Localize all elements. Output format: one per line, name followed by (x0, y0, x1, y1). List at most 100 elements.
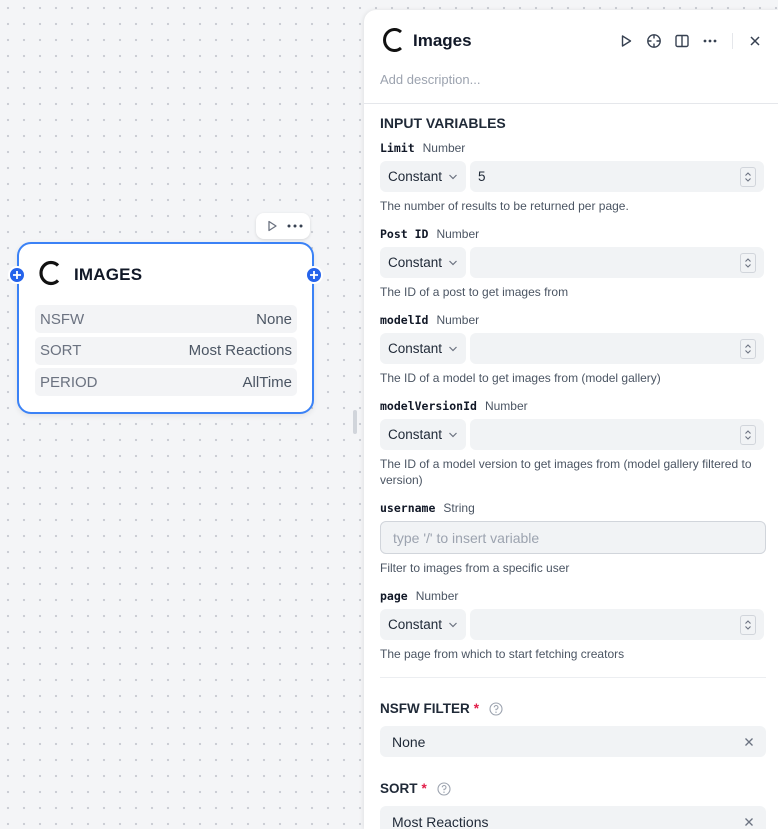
chevron-down-icon (449, 432, 457, 437)
var-hint: The page from which to start fetching cr… (380, 647, 625, 661)
images-node[interactable]: IMAGES NSFW None SORT Most Reactions PER… (8, 242, 323, 414)
toolbar-divider (732, 33, 733, 49)
node-param-list: NSFW None SORT Most Reactions PERIOD All… (35, 305, 297, 400)
chevron-down-icon (449, 346, 457, 351)
select-value: Most Reactions (392, 813, 489, 829)
node-title: IMAGES (74, 265, 143, 284)
mode-select-value: Constant (388, 255, 443, 270)
mode-select-value: Constant (388, 617, 443, 632)
select-value: None (392, 733, 426, 750)
mode-select-value: Constant (388, 427, 443, 442)
chevron-down-icon (449, 174, 457, 179)
split-view-icon[interactable] (668, 31, 696, 51)
var-control-post-id: Constant (380, 247, 764, 278)
username-input[interactable] (380, 521, 766, 554)
var-type: String (443, 501, 475, 515)
var-hint: The number of results to be returned per… (380, 199, 629, 213)
mode-select[interactable]: Constant (380, 333, 466, 364)
nsfw-filter-select[interactable]: None (380, 726, 766, 757)
var-name: page (380, 589, 408, 603)
output-handle-plus-icon[interactable] (305, 266, 323, 284)
field-label: SORT (380, 781, 418, 796)
param-key: SORT (40, 342, 82, 359)
var-label-page: page Number (380, 589, 458, 603)
var-hint: The ID of a model to get images from (mo… (380, 371, 661, 385)
node-param-row-nsfw: NSFW None (35, 305, 297, 333)
mode-select[interactable]: Constant (380, 161, 466, 192)
clear-icon[interactable] (744, 734, 754, 750)
nsfw-filter-label: NSFW FILTER * (380, 701, 503, 716)
var-type: Number (484, 399, 528, 413)
panel-resize-handle[interactable] (353, 410, 357, 434)
panel-actions (612, 31, 769, 51)
number-stepper-icon[interactable] (740, 614, 756, 635)
chevron-down-icon (449, 622, 457, 627)
var-control-limit: Constant 5 (380, 161, 764, 192)
required-marker: * (421, 781, 427, 796)
var-name: Post ID (380, 227, 429, 241)
number-stepper-icon[interactable] (740, 338, 756, 359)
var-type: Number (422, 141, 466, 155)
node-config-panel: Images Add description... INPUT VARIABLE… (364, 10, 778, 829)
param-value: AllTime (242, 373, 292, 391)
var-hint: Filter to images from a specific user (380, 561, 570, 575)
number-stepper-icon[interactable] (740, 166, 756, 187)
play-icon[interactable] (612, 31, 640, 51)
var-control-model-version-id: Constant (380, 419, 764, 450)
sort-select[interactable]: Most Reactions (380, 806, 766, 829)
var-name: modelVersionId (380, 399, 477, 413)
post-id-number-input[interactable] (470, 247, 764, 278)
var-name: username (380, 501, 436, 515)
mode-select-value: Constant (388, 169, 443, 184)
node-param-row-sort: SORT Most Reactions (35, 336, 297, 365)
var-label-model-version-id: modelVersionId Number (380, 399, 528, 413)
var-hint: The ID of a post to get images from (380, 285, 569, 299)
input-handle-plus-icon[interactable] (8, 266, 26, 284)
clear-icon[interactable] (744, 814, 754, 829)
var-label-model-id: modelId Number (380, 313, 479, 327)
number-stepper-icon[interactable] (740, 424, 756, 445)
play-icon[interactable] (262, 216, 282, 236)
var-control-model-id: Constant (380, 333, 764, 364)
param-key: NSFW (40, 310, 85, 328)
var-name: Limit (380, 141, 415, 155)
node-param-row-period: PERIOD AllTime (35, 368, 297, 396)
var-type: Number (436, 313, 480, 327)
node-toolbar (256, 213, 310, 239)
param-value: None (256, 310, 292, 328)
panel-title: Images (413, 31, 472, 50)
model-id-number-input[interactable] (470, 333, 764, 364)
civitai-logo-icon (36, 259, 64, 292)
model-version-id-number-input[interactable] (470, 419, 764, 450)
description-field[interactable]: Add description... (380, 72, 480, 87)
more-horizontal-icon[interactable] (285, 216, 305, 236)
mode-select[interactable]: Constant (380, 609, 466, 640)
var-label-post-id: Post ID Number (380, 227, 479, 241)
mode-select[interactable]: Constant (380, 247, 466, 278)
help-circle-icon[interactable] (489, 701, 503, 716)
var-type: Number (415, 589, 459, 603)
civitai-logo-icon (380, 26, 406, 59)
var-type: Number (436, 227, 480, 241)
limit-number-input[interactable]: 5 (470, 161, 764, 192)
crosshair-icon[interactable] (640, 31, 668, 51)
sort-label: SORT * (380, 781, 451, 796)
section-divider (380, 677, 766, 678)
page-number-input[interactable] (470, 609, 764, 640)
input-variables-title: INPUT VARIABLES (380, 115, 506, 131)
chevron-down-icon (449, 260, 457, 265)
mode-select[interactable]: Constant (380, 419, 466, 450)
var-label-username: username String (380, 501, 475, 515)
number-value: 5 (478, 169, 486, 184)
param-key: PERIOD (40, 373, 98, 391)
help-circle-icon[interactable] (437, 781, 451, 796)
field-label: NSFW FILTER (380, 701, 470, 716)
number-stepper-icon[interactable] (740, 252, 756, 273)
var-label-limit: Limit Number (380, 141, 465, 155)
required-marker: * (473, 701, 479, 716)
mode-select-value: Constant (388, 341, 443, 356)
close-icon[interactable] (741, 31, 769, 51)
var-hint: The ID of a model version to get images … (380, 457, 752, 487)
more-horizontal-icon[interactable] (696, 31, 724, 51)
var-name: modelId (380, 313, 429, 327)
